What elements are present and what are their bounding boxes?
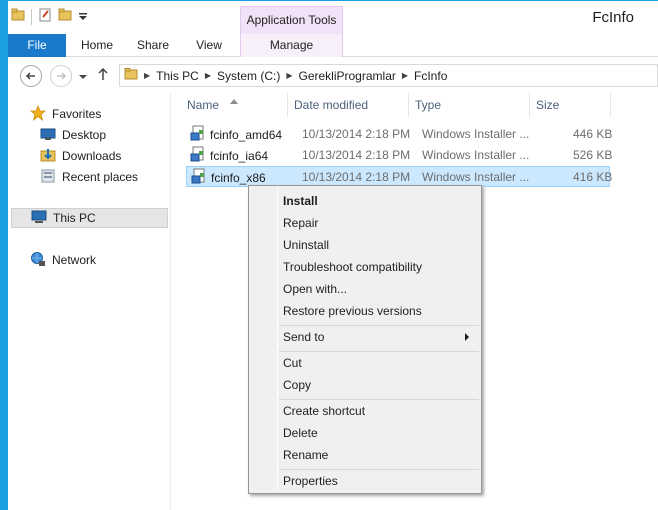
file-date: 10/13/2014 2:18 PM xyxy=(302,127,411,141)
menu-item-label: Send to xyxy=(283,330,325,344)
msi-installer-icon xyxy=(190,146,206,165)
network-icon xyxy=(30,251,46,270)
forward-button[interactable] xyxy=(50,65,72,87)
msi-installer-icon xyxy=(190,125,206,144)
column-header-size[interactable]: Size xyxy=(530,93,610,117)
column-header-date-modified[interactable]: Date modified xyxy=(288,93,408,117)
file-name-cell: fcinfo_ia64 xyxy=(186,146,268,165)
ribbon-tabs: File Home Share View Manage xyxy=(8,34,658,57)
context-menu: Install Repair Uninstall Troubleshoot co… xyxy=(248,185,482,494)
menu-item-create-shortcut[interactable]: Create shortcut xyxy=(283,400,475,422)
nav-item-label: Downloads xyxy=(62,149,122,163)
back-button[interactable] xyxy=(20,65,42,87)
nav-item-downloads[interactable]: Downloads xyxy=(40,146,121,166)
up-arrow-icon[interactable] xyxy=(97,67,109,84)
downloads-icon xyxy=(40,147,56,166)
breadcrumb-arrow-icon[interactable]: ▶ xyxy=(144,71,150,80)
menu-item-restore-previous-versions[interactable]: Restore previous versions xyxy=(283,300,475,322)
menu-item-properties[interactable]: Properties xyxy=(283,470,475,492)
nav-item-network[interactable]: Network xyxy=(30,250,96,270)
recent-locations-icon[interactable] xyxy=(79,70,87,84)
menu-item-uninstall[interactable]: Uninstall xyxy=(283,234,475,256)
file-date: 10/13/2014 2:18 PM xyxy=(302,170,411,184)
explorer-window: Application Tools FcInfo File Home Share… xyxy=(0,0,658,510)
breadcrumb-gerekliprogramlar[interactable]: GerekliProgramlar xyxy=(299,69,396,83)
tab-file[interactable]: File xyxy=(8,34,66,57)
desktop-icon xyxy=(40,127,56,144)
msi-installer-icon xyxy=(191,168,207,187)
tab-manage[interactable]: Manage xyxy=(240,34,343,57)
breadcrumb-this-pc[interactable]: This PC xyxy=(156,69,199,83)
star-icon xyxy=(29,104,47,124)
properties-icon[interactable] xyxy=(38,8,52,25)
quick-access-toolbar xyxy=(11,8,88,25)
file-name: fcinfo_ia64 xyxy=(210,148,269,163)
folder-icon xyxy=(11,8,25,25)
window-title: FcInfo xyxy=(592,9,634,26)
computer-icon xyxy=(31,210,47,227)
breadcrumb-fcinfo[interactable]: FcInfo xyxy=(414,69,447,83)
file-name: fcinfo_x86 xyxy=(211,170,266,185)
column-header-name[interactable]: Name xyxy=(181,93,287,117)
file-name: fcinfo_amd64 xyxy=(210,127,283,142)
tab-home[interactable]: Home xyxy=(72,34,122,57)
submenu-arrow-icon xyxy=(465,333,469,341)
new-folder-icon[interactable] xyxy=(58,8,72,25)
customize-toolbar-icon[interactable] xyxy=(78,10,88,24)
breadcrumb-arrow-icon[interactable]: ▶ xyxy=(402,71,408,80)
address-bar-row: ▶ This PC ▶ System (C:) ▶ GerekliProgram… xyxy=(8,58,658,92)
forward-arrow-icon xyxy=(57,72,67,80)
file-name-cell: fcinfo_amd64 xyxy=(186,125,282,144)
menu-item-copy[interactable]: Copy xyxy=(283,374,475,396)
nav-item-label: Recent places xyxy=(62,170,139,184)
toolbar-separator xyxy=(31,8,32,25)
file-row-fcinfo-amd64[interactable]: fcinfo_amd64 10/13/2014 2:18 PM Windows … xyxy=(186,124,613,145)
menu-item-delete[interactable]: Delete xyxy=(283,422,475,444)
menu-item-repair[interactable]: Repair xyxy=(283,212,475,234)
file-size: 526 KB xyxy=(573,148,613,162)
breadcrumb-arrow-icon[interactable]: ▶ xyxy=(205,71,211,80)
navigation-pane: Favorites Desktop Downloads Recent place… xyxy=(8,93,170,510)
file-type: Windows Installer ... xyxy=(422,148,530,162)
menu-item-send-to[interactable]: Send to xyxy=(283,326,475,348)
nav-item-label: Favorites xyxy=(52,107,102,121)
back-arrow-icon xyxy=(25,72,35,80)
folder-icon xyxy=(124,68,138,83)
nav-item-label: Desktop xyxy=(62,128,107,142)
menu-gutter xyxy=(277,188,278,491)
menu-item-troubleshoot-compatibility[interactable]: Troubleshoot compatibility xyxy=(283,256,475,278)
nav-item-favorites[interactable]: Favorites xyxy=(29,104,102,124)
column-header-type[interactable]: Type xyxy=(409,93,529,117)
nav-item-desktop[interactable]: Desktop xyxy=(40,125,106,145)
file-type: Windows Installer ... xyxy=(422,127,530,141)
nav-item-this-pc[interactable]: This PC xyxy=(11,208,168,228)
tab-view[interactable]: View xyxy=(184,34,234,57)
breadcrumb-system-c[interactable]: System (C:) xyxy=(217,69,280,83)
nav-item-label: Network xyxy=(52,253,97,267)
menu-item-rename[interactable]: Rename xyxy=(283,444,475,466)
file-date: 10/13/2014 2:18 PM xyxy=(302,148,411,162)
file-type: Windows Installer ... xyxy=(422,170,530,184)
file-row-fcinfo-x86[interactable]: fcinfo_x86 10/13/2014 2:18 PM Windows In… xyxy=(186,166,613,187)
recent-places-icon xyxy=(40,168,56,187)
application-tools-header: Application Tools xyxy=(240,6,343,35)
nav-item-recent-places[interactable]: Recent places xyxy=(40,167,138,187)
tab-share[interactable]: Share xyxy=(128,34,178,57)
file-row-fcinfo-ia64[interactable]: fcinfo_ia64 10/13/2014 2:18 PM Windows I… xyxy=(186,145,613,166)
address-box[interactable]: ▶ This PC ▶ System (C:) ▶ GerekliProgram… xyxy=(119,64,658,87)
menu-item-open-with[interactable]: Open with... xyxy=(283,278,475,300)
pane-divider[interactable] xyxy=(170,93,171,510)
breadcrumb-arrow-icon[interactable]: ▶ xyxy=(286,71,292,80)
menu-item-cut[interactable]: Cut xyxy=(283,352,475,374)
column-divider[interactable] xyxy=(610,93,611,117)
file-size: 446 KB xyxy=(573,127,613,141)
file-size: 416 KB xyxy=(573,170,613,184)
title-bar: Application Tools FcInfo xyxy=(8,1,658,35)
menu-item-install[interactable]: Install xyxy=(283,190,475,212)
nav-item-label: This PC xyxy=(53,211,96,225)
